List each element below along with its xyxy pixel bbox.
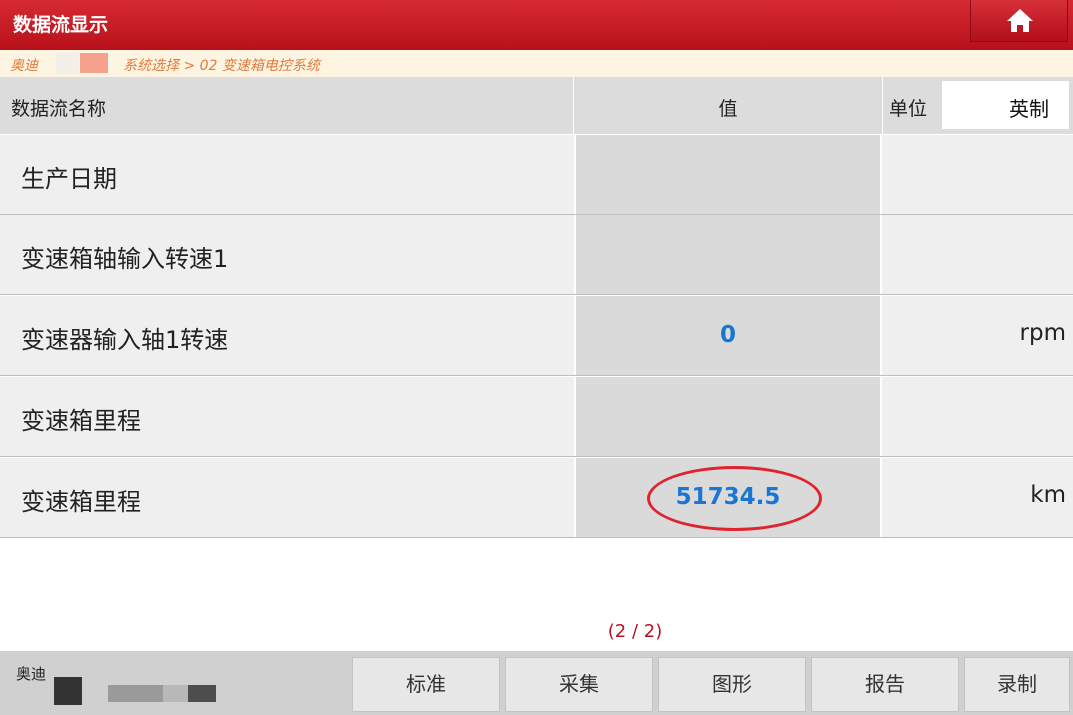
- unit-system-toggle[interactable]: 英制: [942, 81, 1069, 129]
- redacted-block: [108, 685, 216, 702]
- row-value: 0: [574, 296, 882, 375]
- table-header: 数据流名称 值 单位: [0, 77, 1073, 134]
- row-unit: rpm: [1019, 320, 1066, 346]
- row-name: 生产日期: [21, 165, 117, 193]
- graph-button[interactable]: 图形: [658, 657, 806, 712]
- row-value: [574, 135, 882, 214]
- standard-button[interactable]: 标准: [352, 657, 500, 712]
- collect-button[interactable]: 采集: [505, 657, 653, 712]
- column-divider: [573, 77, 574, 134]
- table-row[interactable]: 变速器输入轴1转速 0 rpm: [0, 296, 1073, 376]
- column-divider: [882, 77, 883, 134]
- row-name: 变速箱轴输入转速1: [21, 245, 229, 273]
- breadcrumb-make: 奥迪: [10, 58, 38, 74]
- page-indicator: (2 / 2): [607, 621, 663, 642]
- breadcrumb-path: 系统选择 > 02 变速箱电控系统: [123, 58, 320, 74]
- row-value: 51734.5: [574, 458, 882, 537]
- row-name: 变速器输入轴1转速: [21, 326, 229, 354]
- home-icon: [1007, 9, 1033, 32]
- table-row[interactable]: 变速箱轴输入转速1: [0, 215, 1073, 295]
- table-row[interactable]: 生产日期: [0, 135, 1073, 215]
- footer-make: 奥迪: [16, 665, 47, 683]
- row-name: 变速箱里程: [21, 407, 141, 435]
- report-button[interactable]: 报告: [811, 657, 959, 712]
- row-unit: km: [1030, 482, 1066, 508]
- column-header-name: 数据流名称: [11, 98, 107, 120]
- title-bar: 数据流显示: [0, 0, 1073, 50]
- table-row[interactable]: 变速箱里程: [0, 377, 1073, 457]
- row-value: [574, 215, 882, 294]
- page-title: 数据流显示: [13, 14, 109, 36]
- row-value: [574, 377, 882, 456]
- breadcrumb: 奥迪 系统选择 > 02 变速箱电控系统: [0, 50, 1073, 77]
- table-row[interactable]: 变速箱里程 51734.5 km: [0, 458, 1073, 538]
- record-button[interactable]: 录制: [964, 657, 1070, 712]
- column-header-unit: 单位: [889, 98, 928, 120]
- redacted-block: [56, 52, 79, 74]
- column-header-value: 值: [718, 98, 738, 120]
- home-button[interactable]: [970, 0, 1068, 42]
- redacted-block: [80, 53, 108, 73]
- redacted-block: [54, 677, 82, 705]
- row-name: 变速箱里程: [21, 488, 141, 516]
